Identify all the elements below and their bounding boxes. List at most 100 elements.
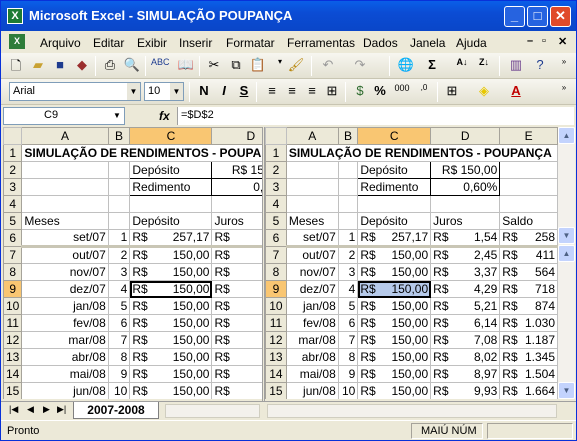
index-cell[interactable]: 6 xyxy=(337,314,359,332)
index-cell[interactable]: 10 xyxy=(337,382,359,399)
month-cell[interactable]: mai/08 xyxy=(21,365,109,383)
cell[interactable]: R$ 150,00 xyxy=(357,314,432,332)
header-cell[interactable]: Meses xyxy=(285,212,339,230)
cell[interactable] xyxy=(499,178,558,196)
toolbar2-options-icon[interactable]: » xyxy=(555,83,573,92)
value-cell[interactable]: R$ 150,00 xyxy=(430,161,501,179)
cell[interactable]: R$ 150,00 xyxy=(357,348,432,366)
index-cell[interactable]: 1 xyxy=(107,229,131,248)
index-cell[interactable]: 3 xyxy=(337,263,359,281)
thousands-icon[interactable]: 000 xyxy=(393,83,411,93)
label-cell[interactable]: Depósito xyxy=(129,161,213,179)
cell[interactable]: R$3,37 xyxy=(211,263,262,281)
col-header-d[interactable]: D xyxy=(211,127,262,145)
minimize-button[interactable]: _ xyxy=(504,6,525,27)
borders-icon[interactable]: ⊞ xyxy=(443,83,461,99)
vertical-scrollbar[interactable]: ▲ ▼ ▲ ▼ xyxy=(558,127,575,399)
cell[interactable] xyxy=(107,212,131,230)
cell[interactable]: R$ 150,00 xyxy=(129,314,213,332)
row-header[interactable]: 6 xyxy=(3,229,23,247)
menu-janela[interactable]: Janela xyxy=(410,36,445,50)
index-cell[interactable]: 2 xyxy=(107,246,131,264)
label-cell[interactable]: Redimento xyxy=(129,178,213,196)
sort-ascending-icon[interactable]: A↓ xyxy=(453,57,471,67)
index-cell[interactable]: 8 xyxy=(107,348,131,366)
save-icon[interactable]: ■ xyxy=(51,57,69,72)
size-dropdown-icon[interactable]: ▼ xyxy=(170,83,183,100)
cell[interactable]: R$ 150,00 xyxy=(129,297,213,315)
merge-center-icon[interactable]: ⊞ xyxy=(323,83,341,99)
row-header[interactable]: 14 xyxy=(265,365,287,383)
month-cell[interactable]: jan/08 xyxy=(21,297,109,315)
cell[interactable]: R$ 9,93 xyxy=(430,382,501,399)
cell[interactable]: R$ 150,00 xyxy=(357,382,432,399)
help-icon[interactable]: ? xyxy=(531,57,549,72)
row-header[interactable]: 12 xyxy=(265,331,287,349)
print-icon[interactable]: ⎙ xyxy=(101,57,119,73)
row-header[interactable]: 1 xyxy=(3,144,23,162)
month-cell[interactable]: fev/08 xyxy=(21,314,109,332)
cell[interactable]: R$ 1,54 xyxy=(430,229,501,248)
insert-function-icon[interactable]: fx xyxy=(159,109,170,123)
cell[interactable]: R$ 5,21 xyxy=(430,297,501,315)
index-cell[interactable]: 2 xyxy=(337,246,359,264)
cell[interactable]: R$ 258 xyxy=(499,229,558,248)
cell[interactable]: R$ 564 xyxy=(499,263,558,281)
header-cell[interactable]: Saldo xyxy=(499,212,558,230)
open-icon[interactable]: ▰ xyxy=(29,57,47,73)
maximize-button[interactable]: □ xyxy=(527,6,548,27)
cell[interactable] xyxy=(430,195,501,213)
header-cell[interactable]: Depósito xyxy=(357,212,432,230)
font-dropdown-icon[interactable]: ▼ xyxy=(127,83,140,100)
redo-icon[interactable]: ↷ xyxy=(351,57,369,73)
month-cell[interactable]: jun/08 xyxy=(21,382,109,399)
month-cell[interactable]: jun/08 xyxy=(285,382,339,399)
cell[interactable]: R$ 150,00 xyxy=(357,297,432,315)
value-cell[interactable]: R$ 150,00 xyxy=(211,161,262,179)
underline-icon[interactable]: S xyxy=(235,83,253,98)
cell[interactable]: R$ 150,00 xyxy=(129,263,213,281)
cell[interactable]: R$3,37 xyxy=(430,263,501,281)
font-name-combo[interactable]: Arial ▼ xyxy=(9,82,141,101)
label-cell[interactable]: Redimento xyxy=(357,178,432,196)
name-box[interactable]: C9 ▼ xyxy=(3,107,125,125)
menu-inserir[interactable]: Inserir xyxy=(179,36,212,50)
cell[interactable] xyxy=(211,195,262,213)
month-cell[interactable]: out/07 xyxy=(285,246,339,264)
align-left-icon[interactable]: ≡ xyxy=(263,83,281,98)
cell[interactable]: R$ 150,00 xyxy=(129,348,213,366)
month-cell[interactable]: jan/08 xyxy=(285,297,339,315)
row-header[interactable]: 7 xyxy=(265,246,287,264)
increase-decimal-icon[interactable]: ,0 xyxy=(415,83,433,92)
month-cell[interactable]: set/07 xyxy=(285,229,339,248)
cell[interactable] xyxy=(499,161,558,179)
sort-descending-icon[interactable]: Z↓ xyxy=(475,57,493,67)
copy-icon[interactable]: ⧉ xyxy=(227,57,245,73)
menu-ajuda[interactable]: Ajuda xyxy=(456,36,487,50)
cell[interactable] xyxy=(21,178,109,196)
row-header[interactable]: 5 xyxy=(3,212,23,230)
row-header[interactable]: 4 xyxy=(265,195,287,213)
month-cell[interactable]: dez/07 xyxy=(21,280,109,298)
col-header-a[interactable]: A xyxy=(21,127,109,145)
label-cell[interactable]: Depósito xyxy=(357,161,432,179)
cell[interactable] xyxy=(499,195,558,213)
cell[interactable]: R$ 1.504 xyxy=(499,365,558,383)
month-cell[interactable]: out/07 xyxy=(21,246,109,264)
cell[interactable]: R$2,45 xyxy=(211,246,262,264)
row-header[interactable]: 8 xyxy=(265,263,287,281)
month-cell[interactable]: nov/07 xyxy=(285,263,339,281)
menu-exibir[interactable]: Exibir xyxy=(137,36,167,50)
cell[interactable] xyxy=(337,195,359,213)
font-size-combo[interactable]: 10 ▼ xyxy=(144,82,184,101)
formula-input[interactable]: =$D$2 xyxy=(177,107,574,125)
cell[interactable]: R$7,08 xyxy=(430,331,501,349)
index-cell[interactable]: 9 xyxy=(337,365,359,383)
cell[interactable] xyxy=(337,212,359,230)
doc-restore-button[interactable]: ▫ xyxy=(542,35,546,47)
select-all-corner[interactable] xyxy=(3,127,23,145)
cell[interactable]: R$6,14 xyxy=(211,314,262,332)
cell[interactable]: R$7,08 xyxy=(211,331,262,349)
index-cell[interactable]: 5 xyxy=(337,297,359,315)
horizontal-scrollbar-right[interactable] xyxy=(267,404,557,418)
